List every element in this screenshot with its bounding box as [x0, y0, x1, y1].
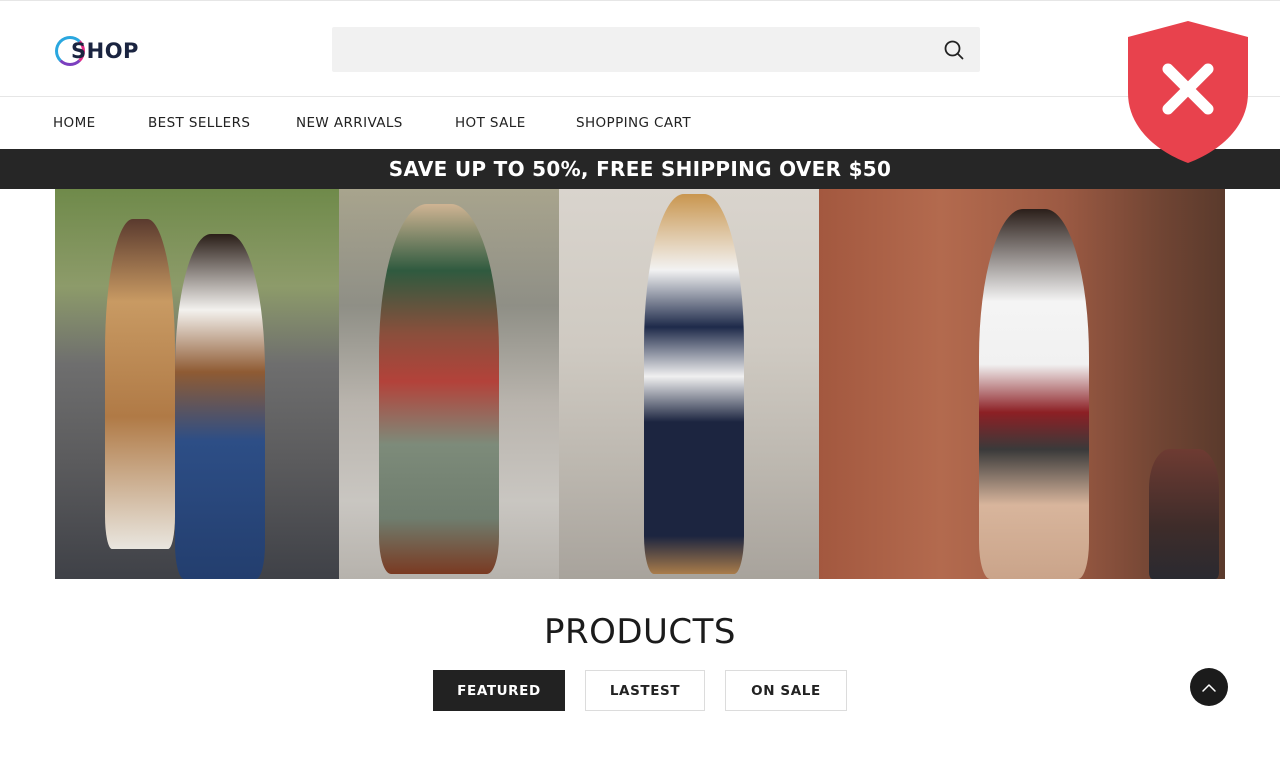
site-logo[interactable]: SHOP — [55, 35, 139, 67]
hero-photo-brick-wall — [819, 189, 1225, 579]
hero-photo-striped-tee — [559, 189, 819, 579]
nav-item-hot-sale[interactable]: HOT SALE — [455, 115, 526, 131]
scroll-to-top-button[interactable] — [1190, 668, 1228, 706]
tab-featured[interactable]: FEATURED — [433, 670, 565, 711]
nav-item-best-sellers[interactable]: BEST SELLERS — [148, 115, 250, 131]
shield-x-icon[interactable] — [1126, 19, 1250, 165]
site-header: SHOP — [0, 0, 1280, 97]
hero-photo-plaid-poncho — [339, 189, 559, 579]
products-heading: PRODUCTS — [543, 612, 737, 652]
tab-on-sale[interactable]: ON SALE — [725, 670, 847, 711]
promo-text: SAVE UP TO 50%, FREE SHIPPING OVER $50 — [388, 157, 892, 181]
chevron-up-icon — [1202, 684, 1216, 692]
tab-lastest[interactable]: LASTEST — [585, 670, 705, 711]
search-icon[interactable] — [942, 38, 966, 62]
hero-banner[interactable] — [55, 189, 1225, 579]
main-nav: HOME BEST SELLERS NEW ARRIVALS HOT SALE … — [0, 97, 1280, 149]
nav-item-home[interactable]: HOME — [53, 115, 96, 131]
promo-banner: SAVE UP TO 50%, FREE SHIPPING OVER $50 — [0, 149, 1280, 189]
hero-photo-street-duo — [55, 189, 339, 579]
logo-text: SHOP — [71, 39, 139, 63]
search-input[interactable] — [332, 27, 922, 72]
nav-item-new-arrivals[interactable]: NEW ARRIVALS — [296, 115, 403, 131]
search-bar — [332, 27, 980, 72]
nav-item-shopping-cart[interactable]: SHOPPING CART — [576, 115, 691, 131]
